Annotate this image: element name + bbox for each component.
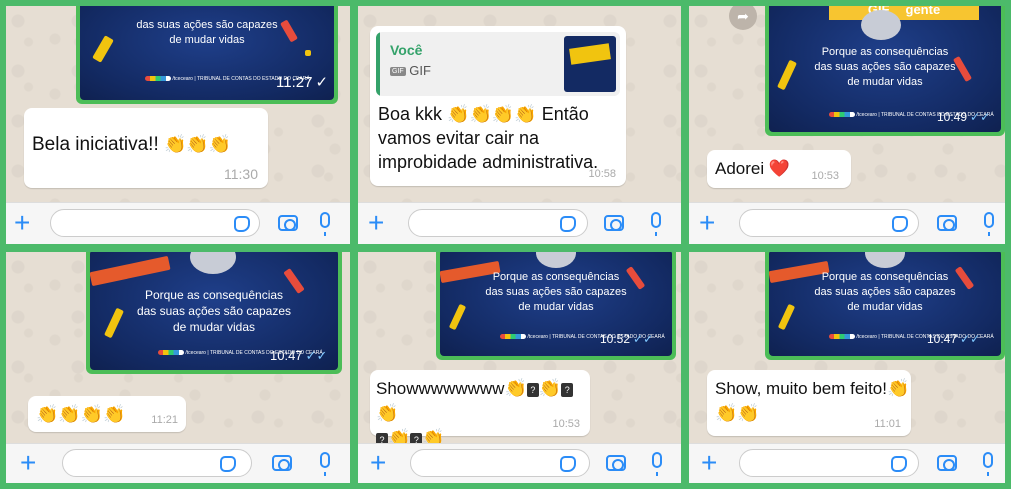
heart-emoji: ❤️ (768, 159, 791, 178)
reply-preview[interactable]: Você GIF GIF (376, 32, 620, 96)
gif-poster: das suas ações são capazes de mudar vida… (80, 6, 334, 100)
poster-line3: de mudar vidas (172, 320, 256, 334)
microphone-icon[interactable] (320, 212, 330, 236)
message-time: 11:01 (874, 418, 901, 430)
poster-line2: das suas ações são capazes (814, 61, 956, 73)
camera-icon[interactable] (604, 215, 624, 231)
camera-icon[interactable] (606, 455, 626, 471)
chat-panel-2: Você GIF GIF Boa kkk 👏👏👏👏 Então vamos ev… (358, 6, 681, 244)
gif-icon: GIF (390, 67, 406, 77)
message-time: 10:58 (588, 168, 616, 180)
message-text: Adorei (715, 159, 765, 178)
chat-panel-4: Porque as consequências das suas ações s… (6, 252, 350, 483)
message-text: Boa kkk 👏👏👏👏 Então vamos evitar cair na … (378, 104, 599, 172)
gif-message[interactable]: Porque as consequências das suas ações s… (436, 252, 676, 360)
poster-line2: das suas ações são capazes (136, 304, 292, 318)
gif-message[interactable]: das suas ações são capazes de mudar vida… (76, 6, 338, 104)
poster-line2: das suas ações são capazes (485, 286, 627, 298)
message-time: 10:53 (811, 170, 839, 182)
poster-line1: Porque as consequências (821, 46, 949, 58)
clap-emoji: 👏👏👏👏 (36, 404, 126, 424)
gif-timestamp: 10:47 ✓✓ (270, 348, 328, 363)
sticker-icon[interactable] (234, 216, 250, 232)
plus-icon[interactable]: + (14, 209, 30, 237)
gif-timestamp: 10:47 ✓✓ (927, 332, 981, 346)
microphone-icon[interactable] (652, 452, 662, 476)
gif-timestamp: 11:27 ✓ (276, 74, 329, 91)
gif-banner: GIFgente (829, 6, 979, 20)
sticker-icon[interactable] (891, 456, 907, 472)
gif-poster: Porque as consequências das suas ações s… (90, 252, 338, 370)
microphone-icon[interactable] (320, 452, 330, 476)
gif-poster: Porque as consequências das suas ações s… (440, 252, 672, 356)
message-bubble[interactable]: Bela iniciativa!! 👏👏👏 11:30 (24, 108, 268, 188)
camera-icon[interactable] (937, 215, 957, 231)
input-bar: + (689, 443, 1005, 483)
message-bubble[interactable]: Showwwwwwww👏? 👏 ?👏 ? 👏? 👏 10:53 (370, 370, 590, 448)
reply-type: GIF GIF (390, 63, 431, 78)
message-time: 11:30 (224, 166, 258, 182)
message-time: 10:53 (552, 418, 580, 430)
reply-author: Você (390, 42, 423, 58)
microphone-icon[interactable] (983, 452, 993, 476)
gif-message[interactable]: Porque as consequências das suas ações s… (86, 252, 342, 374)
microphone-icon[interactable] (651, 212, 661, 236)
gif-poster: Porque as consequências das suas ações s… (769, 252, 1001, 356)
sticker-icon[interactable] (892, 216, 908, 232)
input-bar: + (358, 443, 681, 483)
clap-emoji: 👏👏👏 (164, 134, 232, 154)
poster-line1: Porque as consequências (492, 271, 620, 283)
sticker-icon[interactable] (220, 456, 236, 472)
camera-icon[interactable] (278, 215, 298, 231)
sticker-icon[interactable] (560, 216, 576, 232)
message-bubble[interactable]: 👏👏👏👏 11:21 (28, 396, 186, 432)
chat-panel-5: Porque as consequências das suas ações s… (358, 252, 681, 483)
gif-timestamp: 10:49 ✓✓ (937, 110, 991, 124)
input-bar: + (358, 202, 681, 244)
input-bar: + (6, 443, 350, 483)
camera-icon[interactable] (937, 455, 957, 471)
reply-thumbnail (564, 36, 616, 92)
camera-icon[interactable] (272, 455, 292, 471)
plus-icon[interactable]: + (699, 209, 715, 237)
poster-line1: Porque as consequências (144, 288, 284, 302)
chat-panel-1: das suas ações são capazes de mudar vida… (6, 6, 350, 244)
sticker-icon[interactable] (560, 456, 576, 472)
message-bubble[interactable]: Adorei ❤️ 10:53 (707, 150, 851, 188)
poster-line3: de mudar vidas (847, 76, 923, 88)
microphone-icon[interactable] (984, 212, 994, 236)
poster-line2: das suas ações são capazes (814, 286, 956, 298)
plus-icon[interactable]: + (368, 209, 384, 237)
plus-icon[interactable]: + (370, 449, 386, 477)
input-bar: + (6, 202, 350, 244)
message-text: Bela iniciativa!! (32, 134, 159, 155)
chat-panel-6: Porque as consequências das suas ações s… (689, 252, 1005, 483)
poster-line3: de mudar vidas (518, 301, 594, 313)
gif-timestamp: 10:52 ✓✓ (600, 332, 654, 346)
gif-message[interactable]: GIFgente Porque as consequências das sua… (765, 6, 1005, 136)
poster-line1: Porque as consequências (821, 271, 949, 283)
poster-line3: de mudar vidas (847, 301, 923, 313)
message-bubble[interactable]: Você GIF GIF Boa kkk 👏👏👏👏 Então vamos ev… (370, 26, 626, 186)
input-bar: + (689, 202, 1005, 244)
poster-line3: de mudar vidas (169, 34, 245, 46)
plus-icon[interactable]: + (20, 449, 36, 477)
message-input[interactable] (50, 209, 260, 237)
message-bubble[interactable]: Show, muito bem feito!👏 👏👏 11:01 (707, 370, 911, 436)
message-time: 11:21 (151, 414, 178, 426)
poster-line2: das suas ações são capazes (136, 19, 278, 31)
gif-message[interactable]: Porque as consequências das suas ações s… (765, 252, 1005, 360)
chat-panel-3: ➦ GIFgente Porque as consequências das s… (689, 6, 1005, 244)
plus-icon[interactable]: + (701, 449, 717, 477)
gif-poster: GIFgente Porque as consequências das sua… (769, 6, 1001, 132)
message-text: Showwwwwwww👏? 👏 ?👏 ? 👏? 👏 (376, 376, 590, 451)
